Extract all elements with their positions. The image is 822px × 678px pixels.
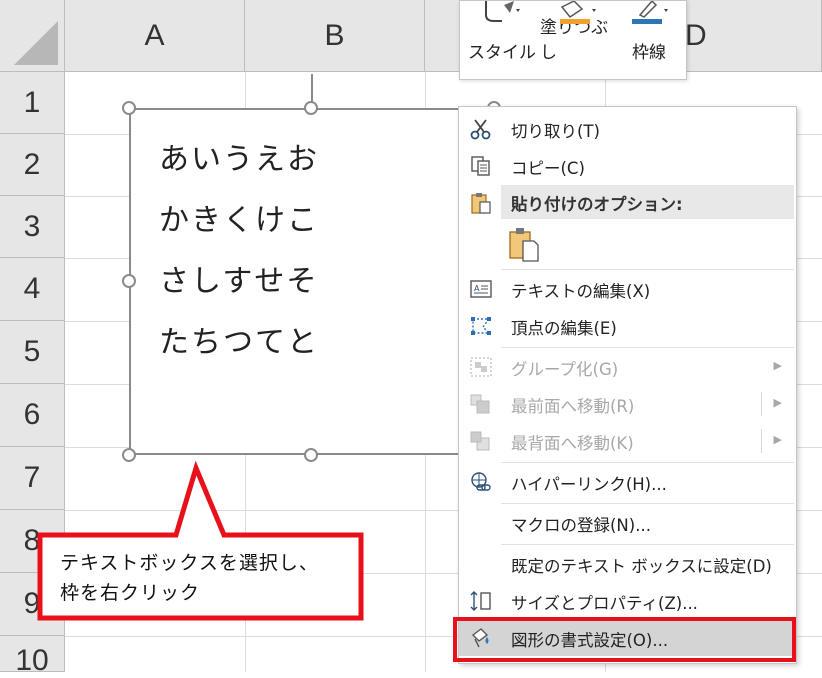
menu-separator bbox=[501, 462, 794, 463]
paste-clipboard-icon bbox=[509, 228, 539, 262]
menu-separator bbox=[501, 347, 794, 348]
menu-item-cut[interactable]: 切り取り(T) bbox=[459, 111, 796, 147]
paste-options-label: 貼り付けのオプション: bbox=[511, 195, 683, 214]
callout-line-1: テキストボックスを選択し、 bbox=[60, 552, 319, 574]
edit-text-label: テキストの編集(X) bbox=[511, 282, 651, 301]
menu-item-set-default-text-box[interactable]: 既定のテキスト ボックスに設定(D) bbox=[459, 546, 796, 582]
edit-points-label: 頂点の編集(E) bbox=[511, 319, 617, 338]
send-to-back-icon bbox=[470, 431, 490, 451]
callout-text: テキストボックスを選択し、 枠を右クリック bbox=[60, 548, 355, 608]
menu-item-copy[interactable]: コピー(C) bbox=[459, 148, 796, 184]
menu-item-assign-macro[interactable]: マクロの登録(N)... bbox=[459, 505, 796, 541]
scissors-icon bbox=[470, 119, 491, 140]
split-divider bbox=[761, 429, 762, 453]
clipboard-icon bbox=[471, 193, 491, 214]
highlight-box-format-shape bbox=[453, 617, 796, 662]
submenu-arrow-icon: ▶ bbox=[773, 396, 782, 409]
menu-separator bbox=[501, 503, 794, 504]
menu-item-hyperlink[interactable]: ハイパーリンク(H)... bbox=[459, 464, 796, 500]
text-box-line-2: かきくけこ bbox=[159, 203, 319, 238]
send-to-back-label: 最背面へ移動(K) bbox=[511, 434, 634, 453]
resize-handle-top-left[interactable] bbox=[122, 101, 136, 115]
paint-bucket-icon bbox=[560, 1, 596, 24]
row-header-5[interactable]: 5 bbox=[0, 321, 65, 384]
submenu-arrow-icon: ▶ bbox=[773, 433, 782, 446]
select-all-triangle-icon bbox=[14, 21, 58, 65]
menu-separator bbox=[501, 269, 794, 270]
bring-to-front-label: 最前面へ移動(R) bbox=[511, 397, 635, 416]
group-label: グループ化(G) bbox=[511, 360, 619, 379]
column-label: A bbox=[144, 18, 165, 52]
assign-macro-label: マクロの登録(N)... bbox=[511, 516, 651, 535]
row-header-9[interactable]: 9 bbox=[0, 573, 65, 636]
row-label: 6 bbox=[23, 398, 41, 431]
paste-option-keep-source[interactable] bbox=[459, 223, 796, 265]
row-label: 7 bbox=[23, 461, 41, 494]
copy-icon bbox=[471, 156, 490, 176]
row-header-2[interactable]: 2 bbox=[0, 134, 65, 196]
row-label: 8 bbox=[23, 524, 41, 557]
column-label: D bbox=[685, 18, 707, 52]
text-box-line-3: さしすせそ bbox=[159, 264, 319, 299]
hyperlink-globe-icon bbox=[471, 472, 491, 491]
size-properties-icon bbox=[470, 591, 491, 611]
column-header-a[interactable]: A bbox=[65, 0, 245, 72]
paste-options-header: 貼り付けのオプション: bbox=[501, 185, 794, 219]
size-properties-label: サイズとプロパティ(Z)... bbox=[511, 594, 698, 613]
resize-handle-bottom[interactable] bbox=[304, 448, 318, 462]
row-header-4[interactable]: 4 bbox=[0, 258, 65, 321]
row-header-6[interactable]: 6 bbox=[0, 384, 65, 447]
group-icon bbox=[470, 357, 492, 377]
pen-outline-icon bbox=[632, 1, 668, 24]
menu-item-size-properties[interactable]: サイズとプロパティ(Z)... bbox=[459, 583, 796, 619]
mini-toolbar: スタイル 塗りつぶし 枠線 bbox=[459, 0, 687, 80]
submenu-arrow-icon: ▶ bbox=[773, 359, 782, 372]
svg-text:A: A bbox=[474, 284, 480, 293]
row-label: 9 bbox=[23, 587, 41, 620]
resize-handle-bottom-left[interactable] bbox=[122, 448, 136, 462]
row-header-7[interactable]: 7 bbox=[0, 447, 65, 510]
menu-item-group[interactable]: グループ化(G) ▶ bbox=[459, 349, 796, 385]
edit-points-icon bbox=[471, 317, 491, 335]
split-divider bbox=[761, 392, 762, 416]
set-default-label: 既定のテキスト ボックスに設定(D) bbox=[511, 557, 772, 576]
outline-label: 枠線 bbox=[632, 43, 666, 63]
style-label: スタイル bbox=[468, 43, 536, 63]
fill-button[interactable]: 塗りつぶし bbox=[540, 1, 614, 81]
edit-text-icon: A bbox=[470, 280, 492, 298]
row-label: 2 bbox=[23, 147, 41, 181]
menu-separator bbox=[501, 544, 794, 545]
column-label: B bbox=[324, 18, 345, 52]
copy-label: コピー(C) bbox=[511, 159, 585, 178]
column-header-b[interactable]: B bbox=[245, 0, 425, 72]
menu-item-bring-to-front[interactable]: 最前面へ移動(R) ▶ bbox=[459, 386, 796, 422]
resize-handle-left[interactable] bbox=[122, 274, 136, 288]
resize-handle-top[interactable] bbox=[304, 101, 318, 115]
text-box-line-4: たちつてと bbox=[159, 325, 319, 360]
row-header-10[interactable]: 10 bbox=[0, 636, 65, 677]
row-header-8[interactable]: 8 bbox=[0, 510, 65, 573]
row-label: 10 bbox=[15, 644, 49, 677]
row-label: 1 bbox=[23, 85, 41, 119]
row-label: 4 bbox=[23, 272, 41, 305]
cut-label: 切り取り(T) bbox=[511, 122, 600, 141]
select-all-corner[interactable] bbox=[0, 0, 65, 72]
style-button[interactable]: スタイル bbox=[466, 1, 538, 81]
menu-item-edit-text[interactable]: A テキストの編集(X) bbox=[459, 271, 796, 307]
row-header-1[interactable]: 1 bbox=[0, 72, 65, 134]
text-box-shape[interactable]: あいうえお かきくけこ さしすせそ たちつてと bbox=[129, 108, 494, 455]
outline-button[interactable]: 枠線 bbox=[616, 1, 682, 81]
row-header-3[interactable]: 3 bbox=[0, 196, 65, 258]
menu-item-send-to-back[interactable]: 最背面へ移動(K) ▶ bbox=[459, 423, 796, 459]
row-label: 5 bbox=[23, 335, 41, 368]
menu-item-edit-points[interactable]: 頂点の編集(E) bbox=[459, 308, 796, 344]
callout-line-2: 枠を右クリック bbox=[60, 582, 201, 604]
style-brush-icon bbox=[485, 1, 520, 22]
row-label: 3 bbox=[23, 209, 41, 243]
hyperlink-label: ハイパーリンク(H)... bbox=[511, 475, 667, 494]
context-menu: 切り取り(T) コピー(C) 貼り付けのオプション: A テキストの編集(X) … bbox=[458, 106, 797, 664]
bring-to-front-icon bbox=[470, 394, 490, 414]
text-box-line-1: あいうえお bbox=[159, 142, 319, 177]
